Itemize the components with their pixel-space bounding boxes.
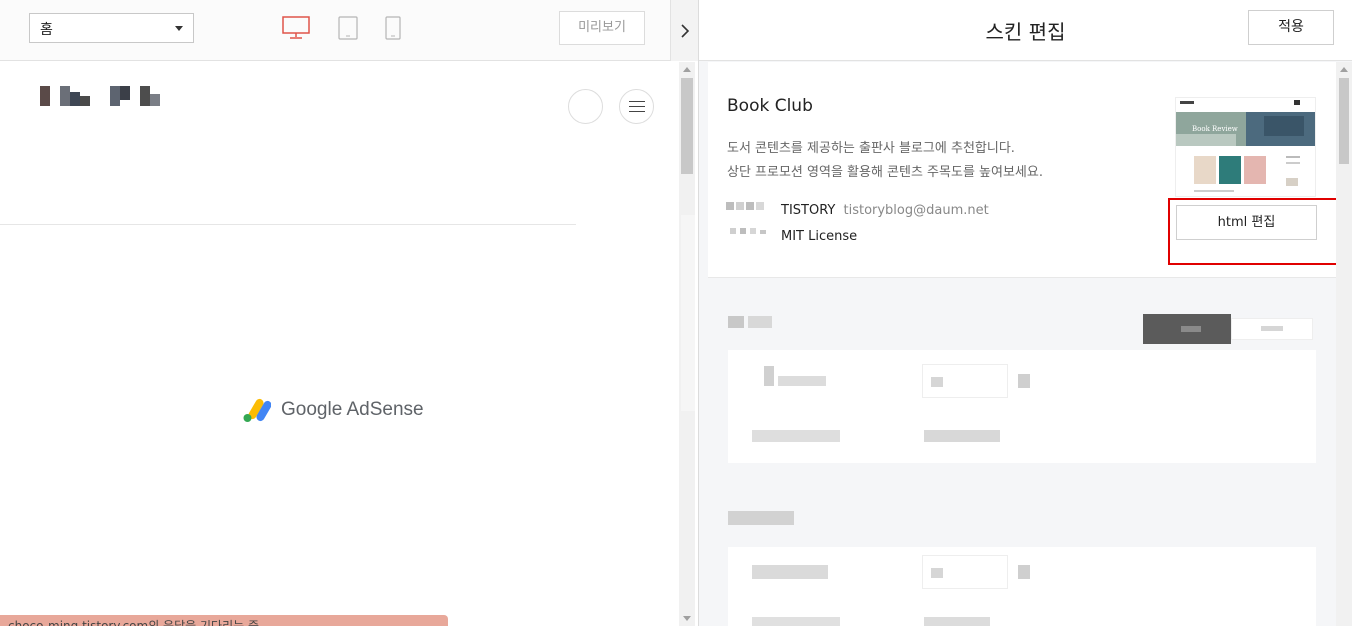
skin-license: MIT License [781, 229, 858, 244]
skin-thumbnail-caption: Book Review [1192, 125, 1238, 133]
skin-info-card: Book Club 도서 콘텐츠를 제공하는 출판사 블로그에 추천합니다. 상… [708, 62, 1348, 278]
chevron-down-icon [175, 26, 183, 31]
skin-description-line: 상단 프로모션 영역을 활용해 콘텐츠 주목도를 높여보세요. [727, 165, 1043, 180]
adsense-label: Google AdSense [281, 399, 424, 420]
highlight-box [1168, 198, 1348, 265]
menu-button[interactable] [619, 89, 654, 124]
chevron-right-icon [681, 23, 690, 38]
scroll-up-icon[interactable] [1340, 67, 1348, 72]
skin-description: 도서 콘텐츠를 제공하는 출판사 블로그에 추천합니다. 상단 프로모션 영역을… [727, 137, 1043, 185]
blog-preview: Google AdSense choco-ming.tistory.com의 응… [0, 62, 679, 626]
skin-name: Book Club [727, 96, 813, 116]
setting-input[interactable] [922, 555, 1008, 589]
page-select-value: 홈 [40, 22, 53, 38]
skin-thumbnail: Book Review [1175, 97, 1316, 197]
editor-scrollbar[interactable] [1336, 62, 1352, 626]
preview-button[interactable]: 미리보기 [559, 11, 645, 45]
hamburger-icon [628, 101, 645, 102]
layout-toggle[interactable] [1143, 314, 1316, 346]
skin-author: TISTORY tistoryblog@daum.net [781, 203, 989, 218]
skin-description-line: 도서 콘텐츠를 제공하는 출판사 블로그에 추천합니다. [727, 141, 1015, 156]
preview-pane: 홈 미리보기 Google AdSense choco-ming.tistory… [0, 0, 699, 626]
apply-button[interactable]: 적용 [1248, 10, 1334, 45]
skin-author-name: TISTORY [781, 203, 836, 218]
page-select[interactable]: 홈 [29, 13, 194, 43]
scroll-up-icon[interactable] [683, 67, 691, 72]
meta-labels-redacted [726, 202, 766, 234]
setting-input[interactable] [922, 364, 1008, 398]
loading-status: choco-ming.tistory.com의 응답을 기다리는 중... [0, 615, 448, 626]
blog-logo [40, 86, 160, 106]
search-button[interactable] [568, 89, 603, 124]
scroll-down-icon[interactable] [683, 616, 691, 621]
scroll-thumb[interactable] [681, 78, 693, 174]
settings-section-2 [728, 547, 1316, 626]
adsense-logo-icon [243, 398, 271, 422]
mobile-icon[interactable] [385, 16, 401, 40]
scroll-thumb[interactable] [1339, 78, 1349, 164]
collapse-button[interactable] [670, 0, 699, 61]
settings-section-1 [728, 350, 1316, 463]
adsense-placeholder: Google AdSense [243, 397, 424, 423]
skin-editor-pane: 스킨 편집 적용 Book Club 도서 콘텐츠를 제공하는 출판사 블로그에… [699, 0, 1352, 626]
desktop-icon[interactable] [282, 16, 310, 40]
header-divider [0, 224, 576, 225]
skin-thumbnail-image [1176, 98, 1315, 196]
tablet-icon[interactable] [338, 16, 358, 40]
skin-author-email: tistoryblog@daum.net [843, 203, 989, 218]
preview-toolbar: 홈 미리보기 [0, 0, 699, 61]
editor-header: 스킨 편집 적용 [699, 0, 1352, 61]
